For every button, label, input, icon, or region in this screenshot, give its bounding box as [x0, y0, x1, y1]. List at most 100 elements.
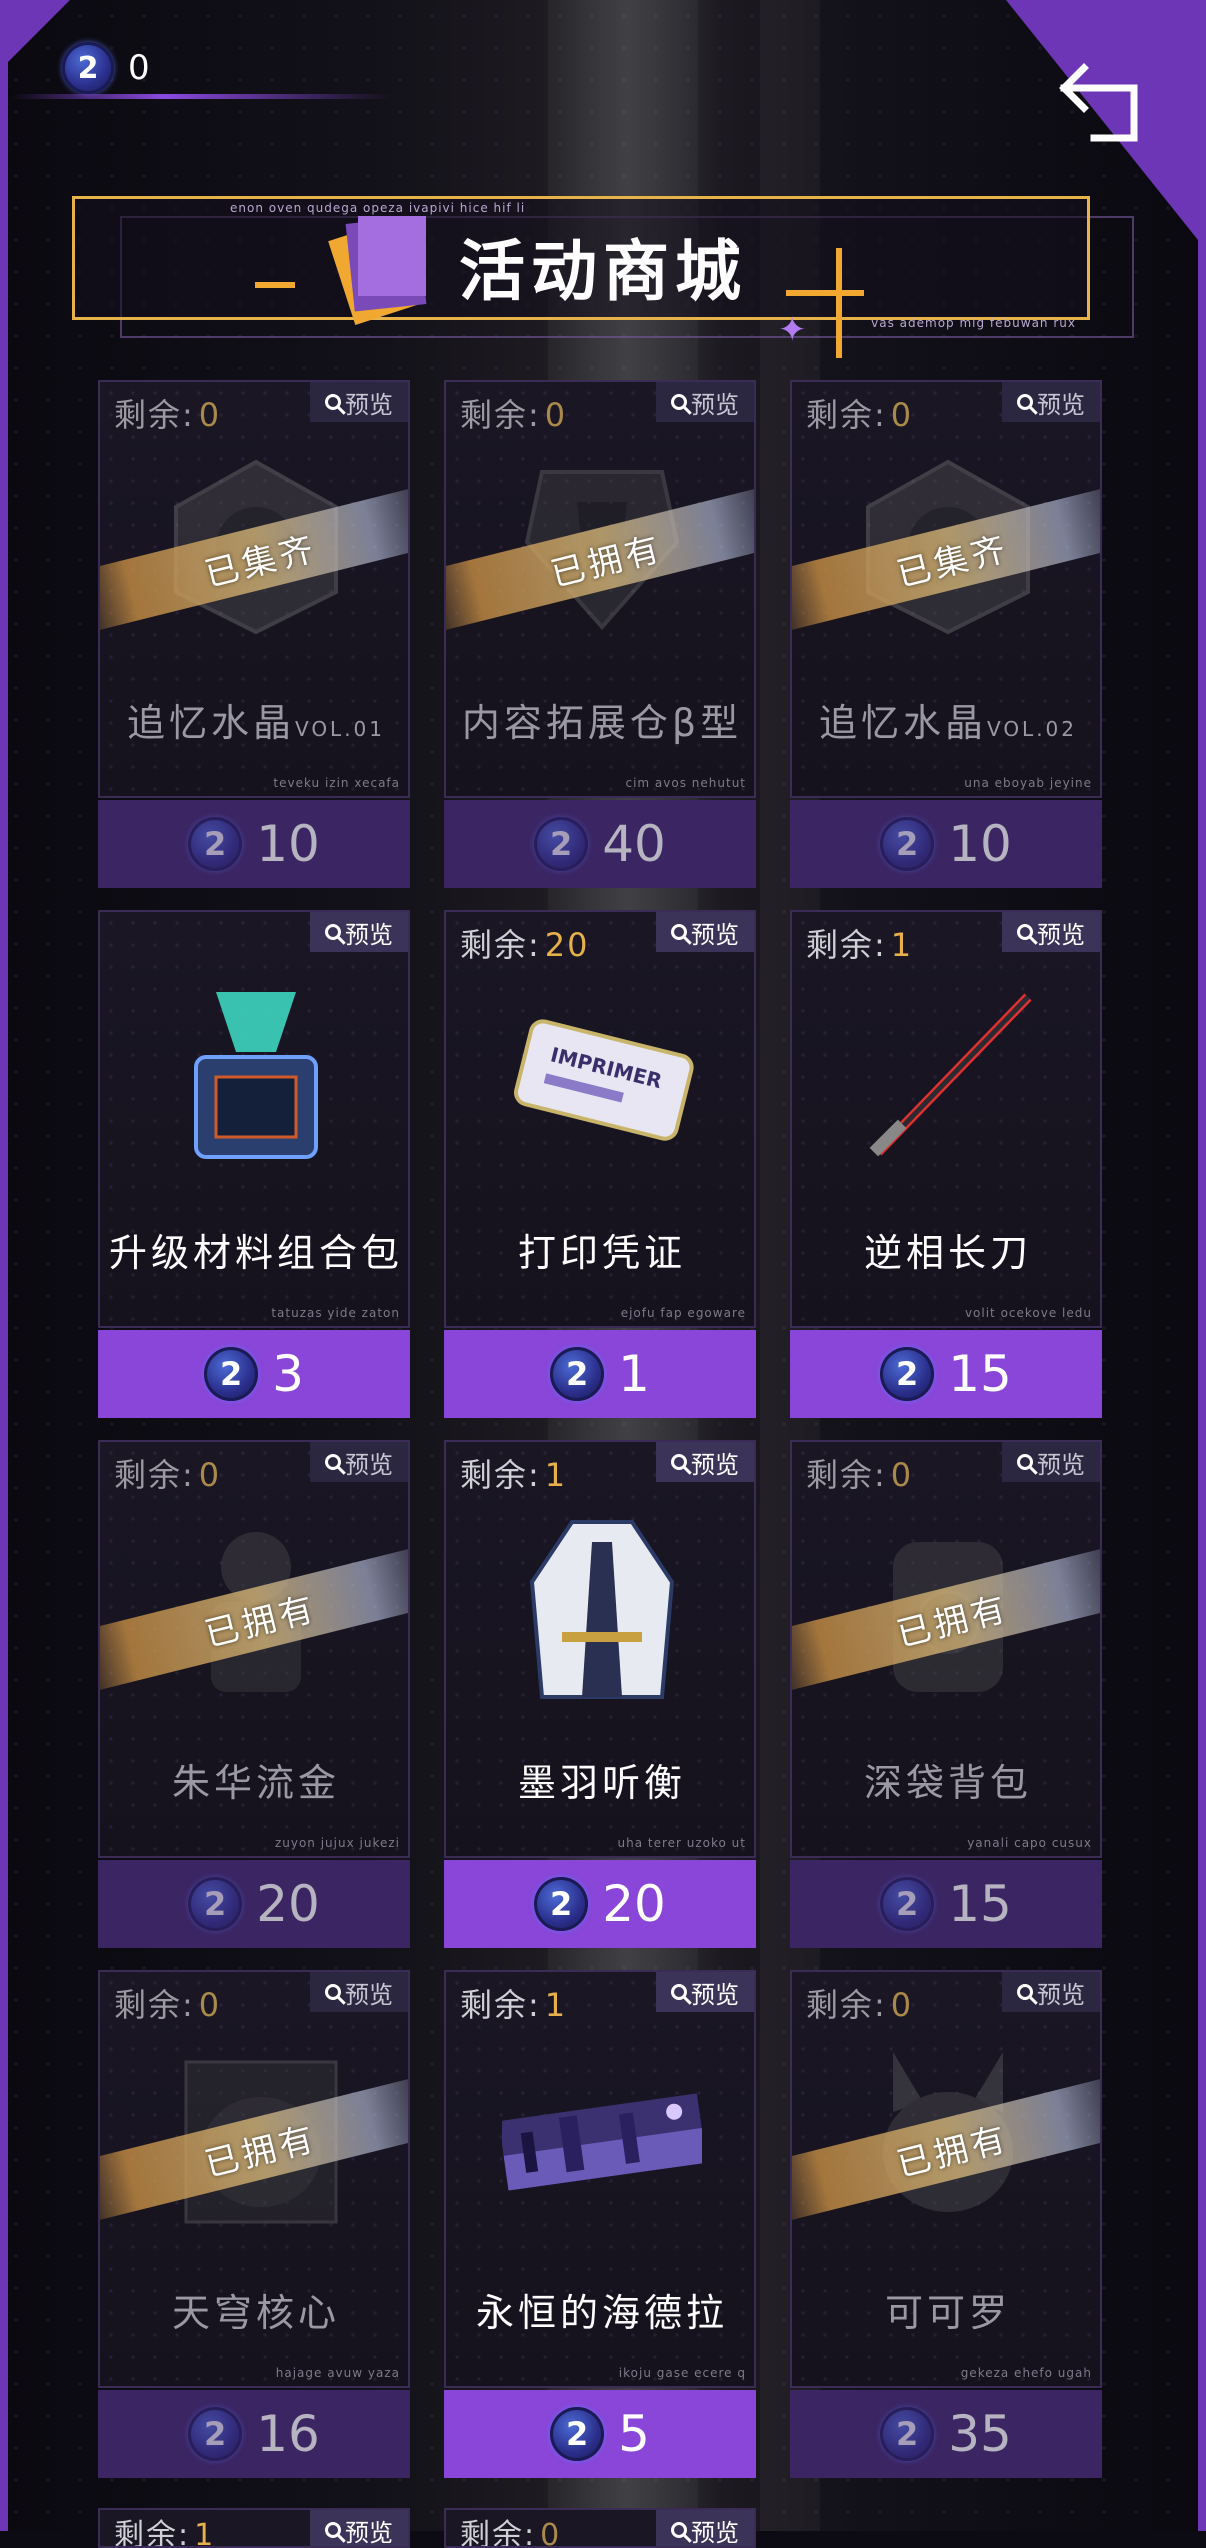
price-button[interactable]: 2 16	[98, 2390, 410, 2478]
item-caption: cim avos nehutut	[625, 776, 746, 790]
preview-button[interactable]: 预览	[1002, 1972, 1100, 2012]
coin-icon: 2	[880, 817, 935, 871]
currency-underline	[12, 94, 392, 99]
shop-card[interactable]: 剩余: 0 预览 已集齐 追忆水晶VOL.02 una eboyab jeyine 2 10	[790, 380, 1102, 888]
remaining-count: 剩余: 1	[460, 1986, 568, 2024]
coin-icon: 2	[204, 1347, 259, 1401]
preview-button[interactable]: 预览	[310, 1442, 408, 1482]
card-body: 剩余: 0 预览 已集齐 追忆水晶VOL.01 teveku izin xecafa	[98, 380, 410, 798]
shop-card[interactable]: 剩余: 0 预览 已拥有 天穹核心 hajage avuw yaza 2 16	[98, 1970, 410, 2478]
card-body: 剩余: 0 预览 已拥有 内容拓展仓β型 cim avos nehutut	[444, 380, 756, 798]
back-arrow-icon	[1059, 63, 1138, 142]
remaining-count: 剩余: 0	[114, 396, 222, 434]
price-value: 1	[618, 1345, 650, 1403]
item-caption: hajage avuw yaza	[275, 2366, 400, 2380]
magnifier-icon	[325, 2522, 341, 2538]
frame-left	[0, 0, 8, 2531]
card-body: 剩余: 20 预览 IMPRIMER 打印凭证 ejofu fap egoware	[444, 910, 756, 1328]
item-name: 天穹核心	[171, 2291, 340, 2335]
coin-icon: 2	[534, 817, 589, 871]
price-button[interactable]: 2 35	[790, 2390, 1102, 2478]
preview-button[interactable]: 预览	[656, 912, 754, 952]
shop-card[interactable]: 剩余: 0 预览 已拥有 可可罗 gekeza ehefo ugah 2 35	[790, 1970, 1102, 2478]
preview-button[interactable]: 预览	[656, 382, 754, 422]
shop-card[interactable]: 剩余: 0 预览 已拥有 朱华流金 zuyon jujux jukezi 2 20	[98, 1440, 410, 1948]
item-name: 可可罗	[884, 2291, 1011, 2335]
card-body: 剩余: 0 预览 已拥有 可可罗 gekeza ehefo ugah	[790, 1970, 1102, 2388]
item-image: IMPRIMER	[502, 982, 702, 1172]
price-value: 20	[602, 1875, 666, 1933]
back-button[interactable]	[1054, 58, 1154, 158]
banner-decoration	[836, 248, 842, 358]
preview-button[interactable]: 预览	[1002, 382, 1100, 422]
price-value: 16	[256, 2405, 320, 2463]
price-button[interactable]: 21	[444, 1330, 756, 1418]
card-body: 剩余: 0 预览 已拥有 天穹核心 hajage avuw yaza	[98, 1970, 410, 2388]
price-button[interactable]: 25	[444, 2390, 756, 2478]
shop-card[interactable]: 剩余: 0 预览 已集齐 追忆水晶VOL.01 teveku izin xecafa 2 10	[98, 380, 410, 888]
shop-card-partial[interactable]: 剩余: 1 预览	[98, 2508, 410, 2548]
preview-button[interactable]: 预览	[310, 382, 408, 422]
coin-icon: 2	[188, 2407, 243, 2461]
price-button[interactable]: 2 20	[444, 1860, 756, 1948]
coin-icon: 2	[62, 42, 114, 94]
shop-card[interactable]: 剩余: 1 预览 墨羽听衡 uha terer uzoko ut 2 20	[444, 1440, 756, 1948]
magnifier-icon	[671, 2522, 687, 2538]
preview-button[interactable]: 预览	[1002, 1442, 1100, 1482]
currency-display: 2 0	[12, 42, 392, 99]
preview-button[interactable]: 预览	[656, 1442, 754, 1482]
price-button[interactable]: 2 40	[444, 800, 756, 888]
preview-button[interactable]: 预览	[310, 912, 408, 952]
magnifier-icon	[671, 1454, 687, 1470]
coin-icon: 2	[188, 1877, 243, 1931]
item-name: 内容拓展仓β型	[461, 701, 743, 745]
remaining-count: 剩余: 1	[806, 926, 914, 964]
shop-card[interactable]: 剩余: 20 预览 IMPRIMER 打印凭证 ejofu fap egoware 2 1	[444, 910, 756, 1418]
shop-card-partial[interactable]: 剩余: 0 预览	[444, 2508, 756, 2548]
preview-button[interactable]: 预览	[1002, 912, 1100, 952]
coin-icon: 2	[880, 1347, 935, 1401]
shop-card[interactable]: 剩余: 1 预览逆相长刀 volit ocekove ledu 2 15	[790, 910, 1102, 1418]
remaining-count: 剩余: 1	[114, 2518, 216, 2548]
item-caption: yanali capo cusux	[967, 1836, 1092, 1850]
preview-button[interactable]: 预览	[656, 1972, 754, 2012]
preview-button[interactable]: 预览	[310, 2510, 408, 2546]
item-name: 追忆水晶VOL.02	[818, 701, 1078, 745]
item-image	[156, 982, 356, 1172]
price-button[interactable]: 2 20	[98, 1860, 410, 1948]
price-button[interactable]: 2 10	[790, 800, 1102, 888]
price-value: 15	[948, 1875, 1012, 1933]
item-caption: ejofu fap egoware	[620, 1306, 746, 1320]
price-value: 10	[948, 815, 1012, 873]
price-button[interactable]: 2 10	[98, 800, 410, 888]
remaining-count: 剩余: 0	[806, 1456, 914, 1494]
item-name: 深袋背包	[863, 1761, 1032, 1805]
item-name: 追忆水晶VOL.01	[126, 701, 386, 745]
remaining-count: 剩余: 20	[460, 926, 590, 964]
card-body: 剩余: 1 预览逆相长刀 volit ocekove ledu	[790, 910, 1102, 1328]
coin-icon: 2	[880, 2407, 935, 2461]
price-value: 3	[272, 1345, 304, 1403]
card-body: 剩余: 0 预览 已拥有 朱华流金 zuyon jujux jukezi	[98, 1440, 410, 1858]
price-button[interactable]: 2 15	[790, 1860, 1102, 1948]
price-value: 35	[948, 2405, 1012, 2463]
price-value: 15	[948, 1345, 1012, 1403]
magnifier-icon	[325, 924, 341, 940]
coin-icon: 2	[550, 1347, 605, 1401]
item-name: 永恒的海德拉	[475, 2291, 728, 2335]
banner-subtext: vas ademop mig febuwah rux	[871, 316, 1076, 330]
magnifier-icon	[671, 924, 687, 940]
item-name: 墨羽听衡	[517, 1761, 686, 1805]
price-button[interactable]: 23	[98, 1330, 410, 1418]
item-image	[502, 1512, 702, 1702]
shop-card[interactable]: 剩余: 0 预览 已拥有 内容拓展仓β型 cim avos nehutut 2 40	[444, 380, 756, 888]
preview-button[interactable]: 预览	[656, 2510, 754, 2546]
remaining-count: 剩余: 0	[114, 1986, 222, 2024]
item-name: 逆相长刀	[863, 1231, 1032, 1275]
shop-card[interactable]: 剩余: 1 预览 永恒的海德拉 ikoju gase ecere q 25	[444, 1970, 756, 2478]
shop-card[interactable]: 预览 升级材料组合包 tatuzas yide zaton 2 3	[98, 910, 410, 1418]
shop-card[interactable]: 剩余: 0 预览 已拥有 深袋背包 yanali capo cusux 2 15	[790, 1440, 1102, 1948]
price-button[interactable]: 2 15	[790, 1330, 1102, 1418]
preview-button[interactable]: 预览	[310, 1972, 408, 2012]
item-caption: volit ocekove ledu	[964, 1306, 1092, 1320]
